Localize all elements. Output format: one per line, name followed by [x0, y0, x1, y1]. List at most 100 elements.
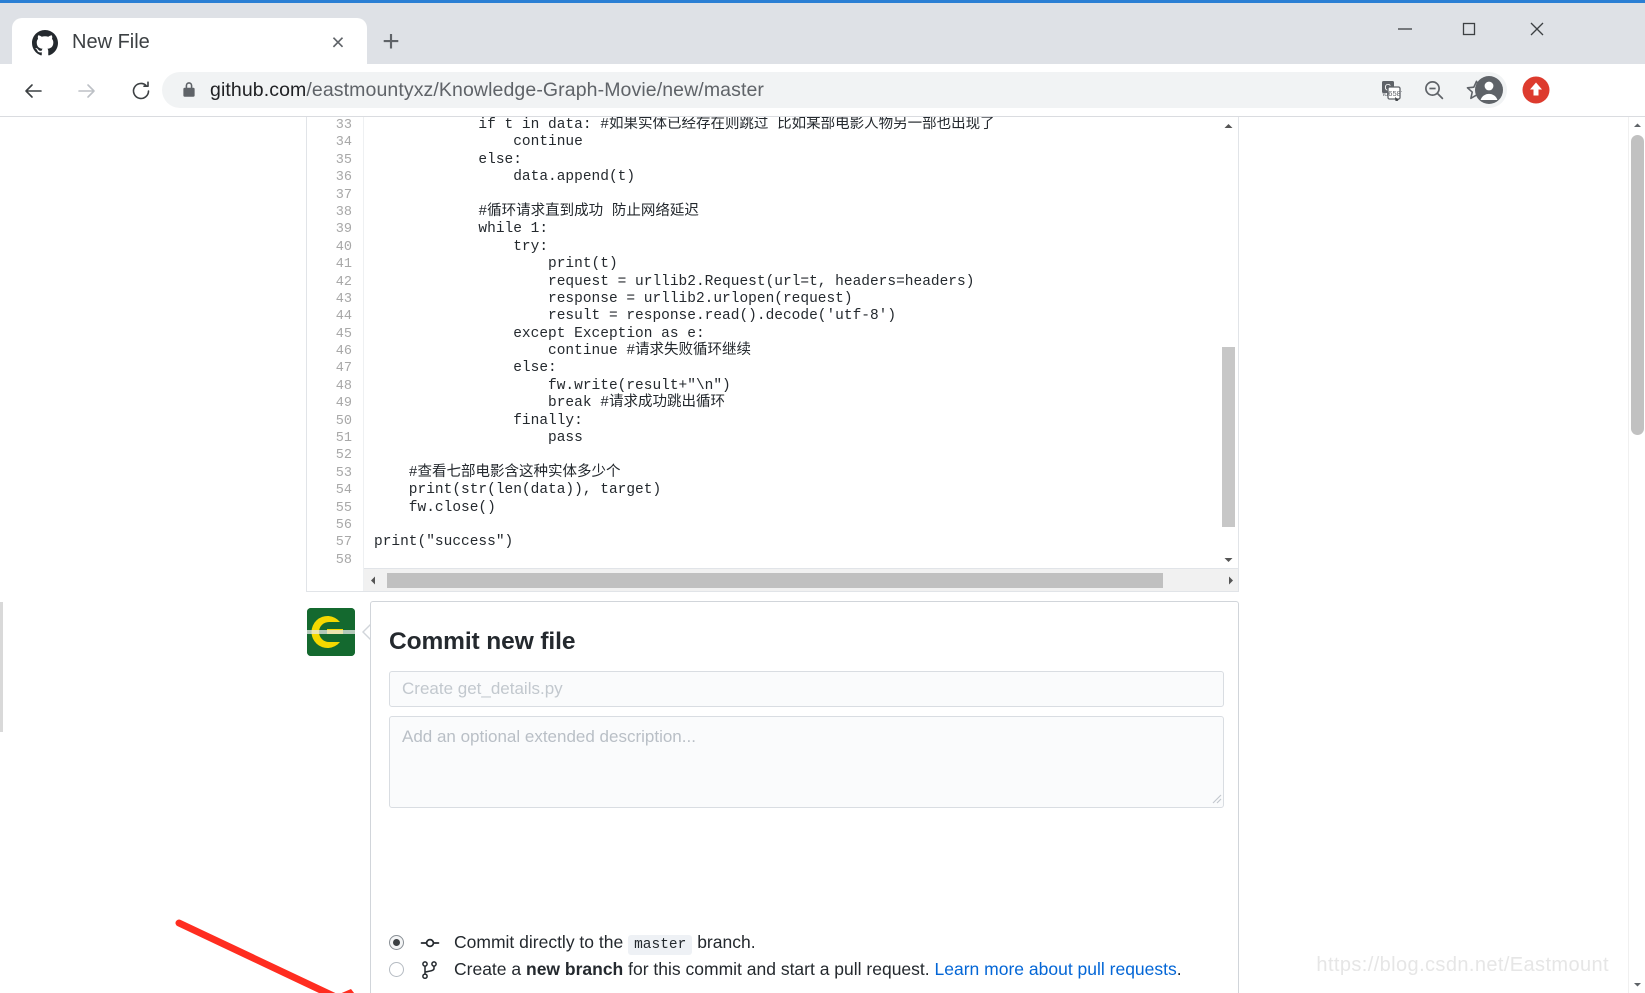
profile-avatar-icon[interactable]: [1472, 73, 1506, 107]
code-line[interactable]: pass: [364, 430, 1238, 447]
editor-vscroll-thumb[interactable]: [1222, 347, 1235, 527]
code-line[interactable]: break #请求成功跳出循环: [364, 395, 1238, 412]
line-number: 43: [335, 291, 352, 307]
git-commit-icon: [420, 933, 440, 953]
url-path: /eastmountyxz/Knowledge-Graph-Movie/new/…: [306, 78, 765, 101]
page-scroll-up-icon[interactable]: [1629, 117, 1645, 134]
scroll-down-icon[interactable]: [1219, 550, 1238, 569]
code-line[interactable]: [364, 517, 1238, 534]
browser-tab[interactable]: New File ×: [12, 18, 367, 67]
code-line[interactable]: fw.close(): [364, 500, 1238, 517]
address-bar[interactable]: github.com/eastmountyxz/Knowledge-Graph-…: [162, 72, 1507, 108]
line-number: 42: [335, 274, 352, 290]
code-line[interactable]: continue: [364, 134, 1238, 151]
line-number: 45: [335, 326, 352, 342]
back-arrow-icon[interactable]: [12, 70, 54, 112]
code-content[interactable]: if t in data: #如果实体已经存在则跳过 比如某部电影人物另一部也出…: [364, 117, 1238, 591]
zoom-out-icon[interactable]: [1417, 74, 1450, 107]
scroll-right-icon[interactable]: [1221, 569, 1238, 591]
line-number: 50: [335, 413, 352, 429]
translate-icon[interactable]: G \u6587: [1374, 74, 1407, 107]
code-line[interactable]: request = urllib2.Request(url=t, headers…: [364, 274, 1238, 291]
code-line[interactable]: [364, 552, 1238, 569]
line-number: 47: [335, 361, 352, 377]
code-editor[interactable]: 33 34 35 36 37 38 39 40 41 42 43 44 45 46 47 48 49 50 51 52…: [306, 117, 1239, 592]
code-line[interactable]: except Exception as e:: [364, 326, 1238, 343]
window-minimize-button[interactable]: [1380, 6, 1430, 52]
radio-new-branch[interactable]: [389, 962, 404, 977]
line-number: 53: [335, 465, 352, 481]
line-number: 34: [335, 135, 352, 151]
line-number: 41: [335, 257, 352, 273]
update-upload-icon[interactable]: [1519, 73, 1553, 107]
code-line[interactable]: [364, 447, 1238, 464]
code-line[interactable]: print(str(len(data)), target): [364, 482, 1238, 499]
code-line[interactable]: #查看七部电影含这种实体多少个: [364, 465, 1238, 482]
line-number: 58: [335, 552, 352, 568]
editor-horizontal-scrollbar[interactable]: [364, 568, 1238, 591]
git-branch-icon: [420, 960, 440, 980]
editor-vertical-scrollbar[interactable]: [1219, 117, 1238, 569]
commit-option-new-branch[interactable]: Create a new branch for this commit and …: [389, 959, 1182, 980]
line-number: 54: [335, 483, 352, 499]
opt2-mid: for this commit and start a pull request…: [628, 959, 930, 979]
code-line[interactable]: [364, 187, 1238, 204]
window-close-button[interactable]: [1512, 6, 1562, 52]
line-number: 35: [335, 152, 352, 168]
textarea-resize-handle[interactable]: [1209, 791, 1222, 804]
code-line[interactable]: #循环请求直到成功 防止网络延迟: [364, 204, 1238, 221]
code-line[interactable]: continue #请求失败循环继续: [364, 343, 1238, 360]
line-number: 57: [335, 535, 352, 551]
code-line[interactable]: print(t): [364, 256, 1238, 273]
page-scroll-thumb[interactable]: [1631, 135, 1644, 435]
new-tab-button[interactable]: +: [374, 25, 408, 59]
scroll-left-icon[interactable]: [364, 569, 383, 591]
code-line[interactable]: data.append(t): [364, 169, 1238, 186]
code-line[interactable]: response = urllib2.urlopen(request): [364, 291, 1238, 308]
title-bar: New File × +: [0, 0, 1645, 67]
line-number: 49: [335, 396, 352, 412]
line-number-gutter: 33 34 35 36 37 38 39 40 41 42 43 44 45 46 47 48 49 50 51 52…: [307, 117, 364, 591]
close-tab-icon[interactable]: ×: [323, 28, 353, 58]
code-line[interactable]: print("success"): [364, 534, 1238, 551]
url-domain: github.com: [210, 78, 307, 101]
line-number: 56: [335, 517, 352, 533]
commit-option-direct[interactable]: Commit directly to the master branch.: [389, 932, 756, 955]
browser-window: New File × + github.com/eastmountyxz/Kno…: [0, 0, 1645, 993]
line-number: 39: [335, 222, 352, 238]
watermark: https://blog.csdn.net/Eastmount: [1316, 954, 1609, 976]
radio-commit-direct[interactable]: [389, 935, 404, 950]
code-line[interactable]: else:: [364, 152, 1238, 169]
opt2-bold: new branch: [526, 959, 624, 979]
page-scrollbar[interactable]: [1628, 117, 1645, 993]
code-line[interactable]: else:: [364, 360, 1238, 377]
scroll-up-icon[interactable]: [1219, 117, 1238, 136]
code-line[interactable]: result = response.read().decode('utf-8'): [364, 308, 1238, 325]
line-number: 33: [335, 118, 352, 133]
editor-hscroll-thumb[interactable]: [387, 573, 1163, 588]
commit-description-input[interactable]: [389, 716, 1224, 808]
branch-chip: master: [628, 935, 693, 955]
code-line[interactable]: try:: [364, 239, 1238, 256]
pull-request-learn-more-link[interactable]: Learn more about pull requests: [935, 959, 1177, 979]
commit-message-input[interactable]: [389, 671, 1224, 707]
line-number: 55: [335, 500, 352, 516]
opt1-suffix: branch.: [697, 932, 756, 952]
tab-title: New File: [72, 31, 150, 53]
page-scroll-down-icon[interactable]: [1629, 976, 1645, 993]
reload-icon[interactable]: [120, 70, 162, 112]
opt1-prefix: Commit directly to the: [454, 932, 624, 952]
line-number: 36: [335, 170, 352, 186]
commit-panel: Commit new file Commit directly to the m…: [370, 601, 1239, 993]
line-number: 40: [335, 239, 352, 255]
code-line[interactable]: if t in data: #如果实体已经存在则跳过 比如某部电影人物另一部也出…: [364, 117, 1238, 134]
code-line[interactable]: while 1:: [364, 221, 1238, 238]
forward-arrow-icon: [66, 70, 108, 112]
code-line[interactable]: fw.write(result+"\n"): [364, 378, 1238, 395]
url-text: github.com/eastmountyxz/Knowledge-Graph-…: [210, 79, 1364, 102]
line-number: 46: [335, 344, 352, 360]
line-number: 44: [335, 309, 352, 325]
opt2-prefix: Create a: [454, 959, 522, 979]
code-line[interactable]: finally:: [364, 413, 1238, 430]
window-maximize-button[interactable]: [1444, 6, 1494, 52]
